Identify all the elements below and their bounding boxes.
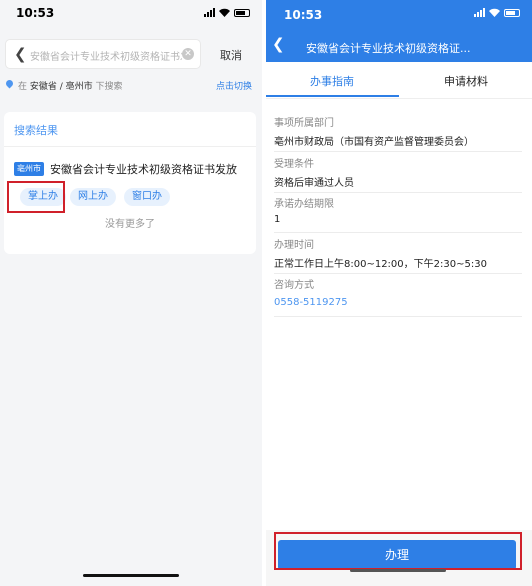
signal-icon — [204, 8, 215, 17]
wifi-icon — [219, 8, 230, 17]
location-pin-icon — [4, 78, 15, 89]
channel-online-button[interactable]: 网上办 — [70, 188, 116, 206]
location-row: 在 安徽省 / 亳州市 下搜索 点击切换 — [4, 78, 252, 94]
highlight-box — [274, 532, 522, 570]
detail-screen: 10:53 ❮ 安徽省会计专业技术初级资格证... 办事指南 申请材料 事项所属… — [266, 0, 532, 586]
battery-icon — [234, 8, 250, 17]
channel-window-button[interactable]: 窗口办 — [124, 188, 170, 206]
info-value-department: 亳州市财政局（市国有资产监督管理委员会） — [274, 137, 474, 148]
tab-bar: 办事指南 申请材料 — [266, 62, 532, 99]
header: 10:53 ❮ 安徽省会计专业技术初级资格证... — [266, 0, 532, 62]
location-region: 安徽省 / 亳州市 — [29, 82, 93, 92]
divider — [274, 273, 522, 274]
divider — [274, 316, 522, 317]
status-time: 10:53 — [16, 6, 55, 20]
search-input-text[interactable]: 安徽省会计专业技术初级资格证书发放 — [30, 48, 182, 63]
cancel-button[interactable]: 取消 — [220, 47, 242, 63]
status-bar: 10:53 — [0, 0, 262, 30]
active-tab-indicator — [266, 95, 399, 97]
info-value-deadline: 1 — [274, 214, 281, 225]
home-indicator — [350, 569, 446, 572]
battery-icon — [504, 8, 520, 17]
divider — [274, 151, 522, 152]
contact-phone-link[interactable]: 0558-5119275 — [274, 297, 348, 308]
result-item-title[interactable]: 安徽省会计专业技术初级资格证书发放 — [50, 161, 237, 177]
divider — [4, 146, 256, 147]
switch-location-link[interactable]: 点击切换 — [216, 79, 252, 92]
no-more-text: 没有更多了 — [105, 219, 155, 230]
search-screen: 10:53 ❮ 安徽省会计专业技术初级资格证书发放 ✕ 取消 在 安徽省 / 亳… — [0, 0, 262, 586]
highlight-box — [7, 181, 65, 213]
back-icon[interactable]: ❮ — [272, 35, 285, 53]
city-tag: 亳州市 — [14, 162, 44, 176]
info-label-department: 事项所属部门 — [274, 118, 334, 129]
tab-guide[interactable]: 办事指南 — [310, 73, 354, 89]
back-icon[interactable]: ❮ — [14, 45, 27, 63]
info-label-conditions: 受理条件 — [274, 159, 314, 170]
divider — [274, 192, 522, 193]
search-input[interactable]: ❮ 安徽省会计专业技术初级资格证书发放 ✕ — [6, 40, 200, 68]
divider — [274, 232, 522, 233]
tab-materials[interactable]: 申请材料 — [444, 73, 488, 89]
status-bar: 10:53 — [266, 0, 532, 30]
wifi-icon — [489, 8, 500, 17]
info-value-conditions: 资格后审通过人员 — [274, 178, 354, 189]
status-icons — [204, 8, 250, 17]
info-value-hours: 正常工作日上午8:00~12:00，下午2:30~5:30 — [274, 259, 487, 270]
status-time: 10:53 — [284, 8, 323, 22]
location-text: 在 安徽省 / 亳州市 下搜索 — [18, 82, 123, 92]
home-indicator — [83, 574, 179, 577]
status-icons — [474, 8, 520, 17]
info-label-hours: 办理时间 — [274, 240, 314, 251]
info-label-contact: 咨询方式 — [274, 280, 314, 291]
signal-icon — [474, 8, 485, 17]
info-label-deadline: 承诺办结期限 — [274, 199, 334, 210]
results-title: 搜索结果 — [14, 124, 58, 137]
page-title: 安徽省会计专业技术初级资格证... — [306, 42, 471, 55]
clear-icon[interactable]: ✕ — [182, 48, 194, 60]
